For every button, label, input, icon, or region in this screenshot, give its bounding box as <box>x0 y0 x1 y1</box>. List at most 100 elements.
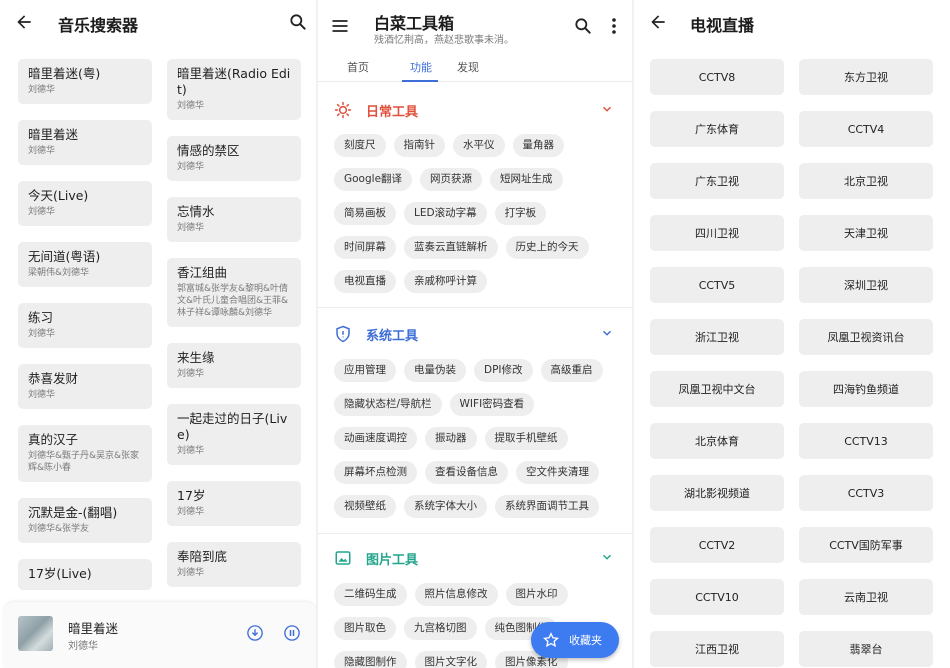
song-card[interactable]: 一起走过的日子(Live) 刘德华 <box>167 404 301 465</box>
song-card[interactable]: 恭喜发财 刘德华 <box>18 364 152 409</box>
more-vert-icon[interactable] <box>606 16 622 36</box>
chevron-down-icon[interactable] <box>600 326 614 340</box>
tool-chip[interactable]: 系统字体大小 <box>404 495 487 518</box>
channel-button[interactable]: CCTV3 <box>799 475 933 511</box>
tool-chip[interactable]: 历史上的今天 <box>505 236 589 259</box>
tool-chip[interactable]: DPI修改 <box>474 359 533 382</box>
channel-button[interactable]: 深圳卫视 <box>799 267 933 303</box>
song-card[interactable]: 真的汉子 刘德华&甄子丹&吴京&张家辉&陈小春 <box>18 425 152 482</box>
tool-chip[interactable]: 图片水印 <box>505 583 568 606</box>
tool-chip[interactable]: 隐藏状态栏/导航栏 <box>334 393 442 416</box>
channel-button[interactable]: 江西卫视 <box>650 631 784 667</box>
tool-chip[interactable]: 高级重启 <box>540 359 603 382</box>
search-icon[interactable] <box>573 16 593 36</box>
channel-button[interactable]: 翡翠台 <box>799 631 933 667</box>
tool-chip[interactable]: LED滚动字幕 <box>404 202 487 225</box>
tool-chip[interactable]: 亲戚称呼计算 <box>404 270 487 293</box>
song-card[interactable]: 暗里着迷(粤) 刘德华 <box>18 59 152 104</box>
back-arrow-icon[interactable] <box>14 12 34 32</box>
section-image-tools[interactable]: 图片工具 <box>318 543 632 573</box>
tool-chip[interactable]: 查看设备信息 <box>425 461 508 484</box>
tool-chip[interactable]: Google翻译 <box>334 168 413 191</box>
channel-button[interactable]: CCTV13 <box>799 423 933 459</box>
tool-chip[interactable]: 二维码生成 <box>334 583 407 606</box>
section-system-tools[interactable]: 系统工具 <box>318 319 632 349</box>
channel-button[interactable]: 凤凰卫视资讯台 <box>799 319 933 355</box>
channel-button[interactable]: CCTV国防军事 <box>799 527 933 563</box>
channel-button[interactable]: 东方卫视 <box>799 59 933 95</box>
song-card[interactable]: 无间道(粤语) 梁朝伟&刘德华 <box>18 242 152 287</box>
channel-button[interactable]: 凤凰卫视中文台 <box>650 371 784 407</box>
tool-chip[interactable]: 振动器 <box>425 427 477 450</box>
tool-chip[interactable]: 打字板 <box>494 202 547 225</box>
music-search-screen: 音乐搜索器 暗里着迷(粤) 刘德华 暗里着迷 刘德华 今天(Live) 刘德华 无间道(粤语… <box>0 0 316 668</box>
search-icon[interactable] <box>288 12 308 32</box>
tool-chip[interactable]: 电视直播 <box>334 270 396 293</box>
mini-player[interactable]: 暗里着迷 刘德华 <box>4 602 316 668</box>
song-card[interactable]: 暗里着迷 刘德华 <box>18 120 152 165</box>
song-card[interactable]: 忘情水 刘德华 <box>167 197 301 242</box>
music-app-bar: 音乐搜索器 <box>0 0 316 44</box>
tool-chip[interactable]: 图片取色 <box>334 617 396 640</box>
tool-chip[interactable]: 应用管理 <box>334 359 396 382</box>
song-card[interactable]: 今天(Live) 刘德华 <box>18 181 152 226</box>
tool-chip[interactable]: 量角器 <box>512 134 564 157</box>
back-arrow-icon[interactable] <box>648 12 668 32</box>
channel-button[interactable]: 广东体育 <box>650 111 784 147</box>
tool-chip[interactable]: 屏幕坏点检测 <box>334 461 417 484</box>
tool-chip[interactable]: 简易画板 <box>334 202 396 225</box>
channel-button[interactable]: CCTV8 <box>650 59 784 95</box>
song-card[interactable]: 暗里着迷(Radio Edit) 刘德华 <box>167 59 301 120</box>
tool-chip[interactable]: 短网址生成 <box>490 168 563 191</box>
chevron-down-icon[interactable] <box>600 550 614 564</box>
tool-chip[interactable]: 指南针 <box>393 134 445 157</box>
tool-chip[interactable]: 提取手机壁纸 <box>484 427 568 450</box>
channel-button[interactable]: 湖北影视频道 <box>650 475 784 511</box>
tool-chip[interactable]: 网页获源 <box>420 168 483 191</box>
tool-chip[interactable]: 时间屏幕 <box>334 236 396 259</box>
channel-button[interactable]: 广东卫视 <box>650 163 784 199</box>
channel-button[interactable]: CCTV2 <box>650 527 784 563</box>
tool-chip[interactable]: 蓝奏云直链解析 <box>404 236 498 259</box>
tool-chip[interactable]: WIFI密码查看 <box>449 393 535 416</box>
tab-discover[interactable]: 发现 <box>457 59 479 75</box>
tool-chip[interactable]: 刻度尺 <box>334 134 386 157</box>
tool-chip[interactable]: 空文件夹清理 <box>516 461 599 484</box>
song-card[interactable]: 来生缘 刘德华 <box>167 343 301 388</box>
song-name: 忘情水 <box>177 204 215 219</box>
menu-icon[interactable] <box>330 16 350 36</box>
favorites-button[interactable]: 收藏夹 <box>531 622 619 658</box>
song-card[interactable]: 17岁(Live) <box>18 559 152 590</box>
channel-button[interactable]: CCTV10 <box>650 579 784 615</box>
tool-chip[interactable]: 电量伪装 <box>404 359 466 382</box>
tool-chip[interactable]: 九宫格切图 <box>404 617 477 640</box>
tool-chip[interactable]: 隐藏图制作 <box>334 651 407 668</box>
channel-button[interactable]: 四川卫视 <box>650 215 784 251</box>
channel-button[interactable]: 天津卫视 <box>799 215 933 251</box>
download-icon[interactable] <box>246 624 264 642</box>
tool-chip[interactable]: 照片信息修改 <box>414 583 498 606</box>
channel-button[interactable]: CCTV4 <box>799 111 933 147</box>
channel-button[interactable]: CCTV5 <box>650 267 784 303</box>
tool-chip[interactable]: 水平仪 <box>453 134 505 157</box>
channel-button[interactable]: 北京卫视 <box>799 163 933 199</box>
channel-button[interactable]: 北京体育 <box>650 423 784 459</box>
channel-button[interactable]: 浙江卫视 <box>650 319 784 355</box>
tool-chip[interactable]: 系统界面调节工具 <box>495 495 599 518</box>
section-daily-tools[interactable]: 日常工具 <box>318 95 632 125</box>
tab-features[interactable]: 功能 <box>410 59 432 75</box>
tool-chip[interactable]: 视频壁纸 <box>334 495 396 518</box>
song-card[interactable]: 17岁 刘德华 <box>167 481 301 526</box>
pause-icon[interactable] <box>283 624 301 642</box>
chevron-down-icon[interactable] <box>600 102 614 116</box>
song-card[interactable]: 奉陪到底 刘德华 <box>167 542 301 587</box>
tool-chip[interactable]: 动画速度调控 <box>334 427 417 450</box>
song-card[interactable]: 情感的禁区 刘德华 <box>167 136 301 181</box>
channel-button[interactable]: 云南卫视 <box>799 579 933 615</box>
tool-chip[interactable]: 图片文字化 <box>414 651 487 668</box>
channel-button[interactable]: 四海钓鱼频道 <box>799 371 933 407</box>
song-card[interactable]: 练习 刘德华 <box>18 303 152 348</box>
tab-home[interactable]: 首页 <box>347 59 369 75</box>
song-card[interactable]: 香江组曲 郭富城&张学友&黎明&叶倩文&叶氏儿童合唱团&王菲&林子祥&谭咏麟&刘德… <box>167 258 301 327</box>
song-card[interactable]: 沉默是金-(翻唱) 刘德华&张学友 <box>18 498 152 543</box>
